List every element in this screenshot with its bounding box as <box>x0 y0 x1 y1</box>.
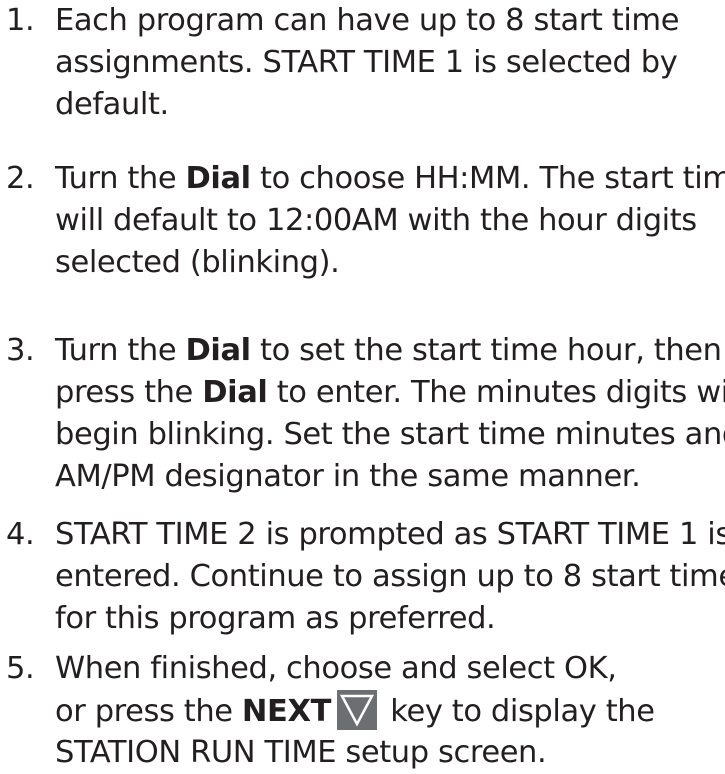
next-key-term: NEXT <box>241 694 332 729</box>
step-text-line: assignments. START TIME 1 is selected by <box>55 45 678 80</box>
step-text-line: Turn the Dial to choose HH:MM. The start… <box>55 158 725 200</box>
step-text-line: Each program can have up to 8 start time <box>55 3 680 38</box>
text-segment: to enter. The minutes digits will <box>267 375 725 410</box>
step-text-line: will default to 12:00AM with the hour di… <box>55 203 697 238</box>
step-number: 2. <box>6 161 35 196</box>
text-segment: key to display the <box>381 694 655 729</box>
dial-term: Dial <box>202 375 268 410</box>
step-text-line: START TIME 2 is prompted as START TIME 1… <box>55 517 725 552</box>
dial-term: Dial <box>185 333 252 368</box>
text-segment: press the <box>55 375 203 410</box>
text-segment: Turn the <box>55 333 186 368</box>
down-triangle-key-icon <box>337 690 378 730</box>
step-text-line: Turn the Dial to set the start time hour… <box>55 330 722 372</box>
text-segment: to set the start time hour, then <box>250 333 722 368</box>
step-text-line: AM/PM designator in the same manner. <box>55 459 641 494</box>
step-text-line: selected (blinking). <box>55 245 340 280</box>
step-text-line: press the Dial to enter. The minutes dig… <box>55 372 725 414</box>
step-text-line: or press the NEXT key to display the <box>55 690 655 732</box>
step-text-line: default. <box>55 87 169 122</box>
step-number: 5. <box>6 651 35 686</box>
dial-term: Dial <box>185 161 252 196</box>
text-segment: to choose HH:MM. The start time <box>250 161 725 196</box>
step-text-line: STATION RUN TIME setup screen. <box>55 735 547 770</box>
step-text-line: for this program as preferred. <box>55 601 496 636</box>
step-text-line: begin blinking. Set the start time minut… <box>55 417 725 452</box>
step-text-line: entered. Continue to assign up to 8 star… <box>55 559 725 594</box>
text-segment: Turn the <box>55 161 186 196</box>
step-text-line: When finished, choose and select OK, <box>55 651 617 686</box>
step-number: 3. <box>6 333 35 368</box>
step-number: 4. <box>6 517 35 552</box>
step-number: 1. <box>6 3 35 38</box>
text-segment: or press the <box>55 694 242 729</box>
